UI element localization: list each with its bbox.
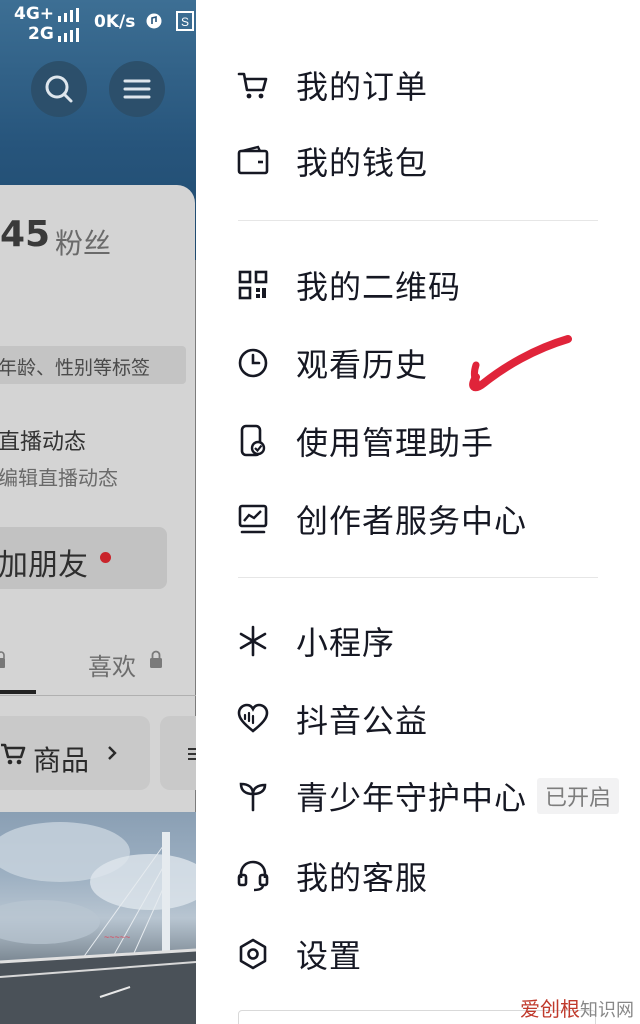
menu-item-orders[interactable]: 我的订单 (236, 55, 626, 115)
clock-icon (236, 346, 270, 380)
bridge-photo-illustration: ~~~~~ (0, 822, 196, 1024)
app-notification-icon: S (176, 11, 194, 31)
fans-label: 粉丝 (55, 227, 112, 260)
menu-button[interactable] (109, 61, 165, 117)
status-badge: 已开启 (537, 778, 620, 814)
tab-divider (0, 695, 196, 696)
tab-likes[interactable]: 喜欢 (88, 647, 136, 682)
menu-label: 设置 (296, 937, 363, 975)
watermark-text-b: 知识网 (580, 1000, 634, 1021)
menu-label: 小程序 (296, 624, 396, 662)
asterisk-icon (236, 624, 270, 658)
menu-label: 观看历史 (296, 346, 429, 384)
side-drawer-menu: 我的订单 我的钱包 我的二维码 观看历史 使用管理助手 创作者服务中心 小程序 … (196, 0, 640, 1024)
cart-icon (236, 68, 270, 102)
list-icon (188, 748, 196, 760)
qrcode-icon (236, 268, 270, 302)
video-thumbnail[interactable]: ~~~~~ (0, 812, 196, 1024)
menu-label: 我的二维码 (296, 268, 462, 306)
watermark-text-a: 爱创根 (520, 997, 580, 1021)
fans-count: 45 (0, 214, 51, 255)
menu-item-settings[interactable]: 设置 (236, 924, 626, 984)
lock-icon (0, 651, 5, 668)
hexagon-gear-icon (236, 937, 270, 971)
notification-dot (100, 552, 111, 563)
signal-icon-2 (58, 28, 80, 42)
heart-pulse-icon (236, 702, 270, 736)
svg-text:~~~~~: ~~~~~ (104, 932, 130, 942)
network-type-top: 4G+ (14, 4, 55, 24)
red-checkmark-annotation (469, 335, 572, 392)
hamburger-menu-icon (123, 79, 151, 99)
music-icon (146, 13, 162, 29)
menu-label: 我的订单 (296, 68, 429, 106)
menu-item-creator-center[interactable]: 创作者服务中心 (236, 489, 626, 549)
monitor-chart-icon (236, 502, 270, 536)
watermark: 爱创根知识网 (520, 993, 634, 1022)
wallet-icon (236, 144, 270, 178)
network-speed: 0K/s (94, 12, 136, 32)
menu-item-customer-service[interactable]: 我的客服 (236, 846, 626, 906)
menu-divider (238, 220, 598, 221)
profile-page-overlay[interactable]: 4G+ 2G 0K/s S 45 粉丝 年龄、性别等标签 直播动态 编辑直播动态 (0, 0, 196, 1024)
phone-check-icon (236, 424, 270, 458)
menu-divider (238, 577, 598, 578)
search-icon (45, 75, 73, 103)
signal-icon (58, 8, 80, 22)
menu-item-qrcode[interactable]: 我的二维码 (236, 255, 626, 315)
active-tab-indicator (0, 690, 36, 694)
lock-icon (150, 650, 162, 668)
sprout-icon (236, 779, 270, 813)
live-title[interactable]: 直播动态 (0, 424, 86, 456)
chevron-right-icon (108, 746, 117, 760)
menu-item-wallet[interactable]: 我的钱包 (236, 131, 626, 191)
menu-item-mini-programs[interactable]: 小程序 (236, 611, 626, 671)
menu-label: 创作者服务中心 (296, 502, 528, 540)
menu-label: 使用管理助手 (296, 424, 495, 462)
cart-icon (1, 743, 26, 765)
tag-hint-text: 年龄、性别等标签 (0, 357, 151, 379)
menu-label: 抖音公益 (296, 702, 429, 740)
status-bar: 4G+ 2G 0K/s S (0, 0, 196, 46)
headset-icon (236, 859, 270, 893)
menu-item-youth-protection[interactable]: 青少年守护中心 已开启 (236, 766, 626, 826)
network-type-bottom: 2G (28, 24, 54, 44)
search-button[interactable] (31, 61, 87, 117)
menu-item-usage-assistant[interactable]: 使用管理助手 (236, 411, 626, 471)
menu-item-charity[interactable]: 抖音公益 (236, 689, 626, 749)
menu-label: 我的钱包 (296, 144, 429, 182)
live-subtitle: 编辑直播动态 (0, 466, 118, 490)
menu-label: 青少年守护中心 (296, 779, 528, 817)
menu-label: 我的客服 (296, 859, 429, 897)
add-friend-label: 加朋友 (0, 548, 88, 583)
goods-label: 商品 (33, 744, 90, 777)
svg-text:S: S (181, 15, 189, 29)
